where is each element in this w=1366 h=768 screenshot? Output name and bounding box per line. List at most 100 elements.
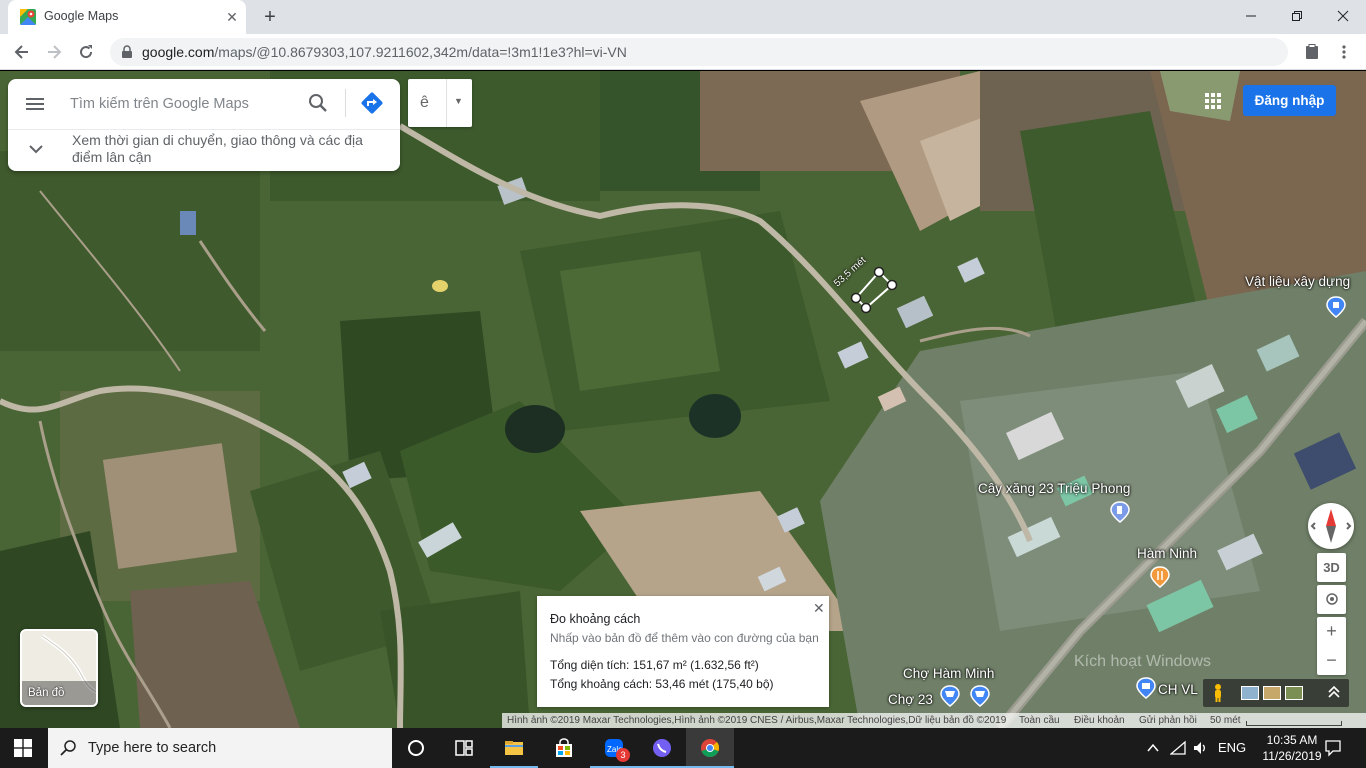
- restore-button[interactable]: [1274, 0, 1320, 32]
- language-indicator[interactable]: ENG: [1218, 740, 1246, 755]
- zoom-in-button[interactable]: +: [1317, 617, 1346, 646]
- gas-station-pin-icon[interactable]: [1110, 501, 1130, 523]
- chevron-up-icon[interactable]: [1327, 685, 1341, 699]
- imagery-thumb-3[interactable]: [1285, 686, 1303, 700]
- sign-in-button[interactable]: Đăng nhập: [1243, 85, 1336, 116]
- 3d-toggle-button[interactable]: 3D: [1317, 553, 1346, 582]
- compass-icon: [1310, 509, 1352, 543]
- search-separator: [345, 89, 346, 117]
- imagery-attribution: Hình ảnh ©2019 Maxar Technologies,Hình ả…: [507, 715, 1007, 726]
- chevron-down-icon[interactable]: [28, 141, 44, 157]
- tab-title: Google Maps: [44, 9, 119, 23]
- forward-arrow-icon: [48, 45, 62, 59]
- terms-link[interactable]: Điều khoản: [1074, 713, 1125, 728]
- lock-icon: [122, 45, 132, 58]
- store-pin-icon[interactable]: [1136, 677, 1156, 699]
- close-window-button[interactable]: [1320, 0, 1366, 32]
- satellite-map[interactable]: 53,5 mét Xem thời gian di chuyển, giao t…: [0, 71, 1366, 728]
- back-arrow-icon: [14, 45, 28, 59]
- search-icon: [60, 740, 76, 756]
- imagery-thumb-2[interactable]: [1263, 686, 1281, 700]
- compass-button[interactable]: [1308, 503, 1354, 549]
- minimize-icon: [1246, 15, 1256, 17]
- chevron-up-icon[interactable]: [1146, 741, 1160, 755]
- cortana-button[interactable]: [392, 728, 440, 768]
- place-label-cho-ham-minh[interactable]: Chợ Hàm Minh: [903, 666, 994, 681]
- tab-close-icon[interactable]: ✕: [222, 7, 242, 27]
- measure-title: Đo khoảng cách: [550, 612, 641, 626]
- store-bag-icon: [556, 738, 572, 757]
- place-label-cay-xang[interactable]: Cây xăng 23 Triệu Phong: [978, 481, 1130, 496]
- chrome-icon: [701, 739, 720, 757]
- task-view-icon: [455, 740, 473, 756]
- notifications-icon[interactable]: [1324, 739, 1342, 757]
- restaurant-pin-icon[interactable]: [1150, 566, 1170, 588]
- tab-google-maps[interactable]: Google Maps ✕: [8, 0, 246, 34]
- reload-icon: [80, 45, 93, 59]
- search-icon[interactable]: [306, 91, 330, 115]
- attribution-bar: Hình ảnh ©2019 Maxar Technologies,Hình ả…: [502, 713, 1366, 728]
- my-location-icon: [1325, 593, 1338, 605]
- taskbar-search-box[interactable]: Type here to search: [48, 728, 392, 768]
- new-tab-button[interactable]: +: [258, 5, 282, 29]
- place-label-cho-23[interactable]: Chợ 23: [888, 692, 933, 707]
- input-tools-box[interactable]: ê ▼: [408, 79, 472, 127]
- measure-hint: Nhấp vào bản đồ để thêm vào con đường củ…: [550, 631, 819, 645]
- close-icon[interactable]: ✕: [813, 600, 825, 617]
- input-tools-char: ê: [420, 94, 429, 111]
- shopping-pin-icon[interactable]: [1326, 296, 1346, 318]
- cortana-circle-icon: [408, 740, 424, 756]
- chrome-menu-button[interactable]: [1330, 38, 1358, 66]
- pegman-icon[interactable]: [1211, 683, 1225, 703]
- search-input[interactable]: [70, 91, 300, 117]
- measure-total-area: Tổng diện tích: 151,67 m² (1.632,56 ft²): [550, 658, 759, 672]
- place-label-ham-ninh[interactable]: Hàm Ninh: [1137, 546, 1197, 561]
- feedback-link[interactable]: Gửi phản hồi: [1139, 713, 1197, 728]
- file-explorer-button[interactable]: [490, 728, 538, 768]
- zalo-badge: 3: [616, 748, 630, 762]
- address-bar[interactable]: google.com/maps/@10.8679303,107.9211602,…: [110, 38, 1288, 66]
- street-view-strip[interactable]: [1203, 679, 1349, 707]
- place-label-ch-vl[interactable]: CH VL: [1158, 682, 1198, 697]
- clipboard-icon: [1306, 44, 1318, 59]
- chrome-button[interactable]: [686, 728, 734, 768]
- market-pin-icon[interactable]: [940, 685, 960, 707]
- map-layer-button[interactable]: Bản đồ: [20, 629, 98, 707]
- volume-icon[interactable]: [1192, 740, 1208, 756]
- clock-time[interactable]: 10:35 AM: [1262, 733, 1322, 747]
- my-location-button[interactable]: [1317, 585, 1346, 614]
- zoom-out-button[interactable]: −: [1317, 646, 1346, 675]
- more-vert-icon: [1342, 45, 1346, 59]
- reload-button[interactable]: [72, 38, 100, 66]
- browser-toolbar: google.com/maps/@10.8679303,107.9211602,…: [0, 34, 1366, 70]
- viber-button[interactable]: [638, 728, 686, 768]
- place-label-vat-lieu[interactable]: Vật liệu xây dựng: [1245, 274, 1350, 289]
- back-button[interactable]: [8, 38, 36, 66]
- google-apps-icon[interactable]: [1200, 88, 1226, 114]
- card-divider: [8, 129, 400, 130]
- measure-total-distance: Tổng khoảng cách: 53,46 mét (175,40 bộ): [550, 677, 774, 691]
- zalo-button[interactable]: Zalo 3: [590, 728, 638, 768]
- scale-label[interactable]: 50 mét: [1210, 713, 1241, 728]
- url-host: google.com: [142, 44, 215, 60]
- dropdown-arrow-icon[interactable]: ▼: [454, 96, 463, 106]
- market-pin-icon-2[interactable]: [970, 685, 990, 707]
- measure-distance-card: ✕ Đo khoảng cách Nhấp vào bản đồ để thêm…: [537, 596, 829, 707]
- close-icon: [1337, 10, 1349, 22]
- directions-icon[interactable]: [360, 91, 384, 115]
- explore-nearby-text[interactable]: Xem thời gian di chuyển, giao thông và c…: [72, 132, 392, 166]
- windows-start-icon[interactable]: [14, 739, 32, 757]
- extension-button[interactable]: [1298, 38, 1326, 66]
- network-icon[interactable]: [1170, 740, 1186, 756]
- store-button[interactable]: [540, 728, 588, 768]
- imagery-thumb-1[interactable]: [1241, 686, 1259, 700]
- hamburger-menu-icon[interactable]: [24, 93, 46, 115]
- task-view-button[interactable]: [440, 728, 488, 768]
- restore-icon: [1292, 11, 1302, 21]
- minimize-button[interactable]: [1228, 0, 1274, 32]
- folder-icon: [505, 741, 523, 755]
- forward-button[interactable]: [40, 38, 68, 66]
- clock-date[interactable]: 11/26/2019: [1257, 749, 1327, 763]
- global-link[interactable]: Toàn cầu: [1019, 713, 1060, 728]
- map-layer-label: Bản đồ: [28, 687, 65, 699]
